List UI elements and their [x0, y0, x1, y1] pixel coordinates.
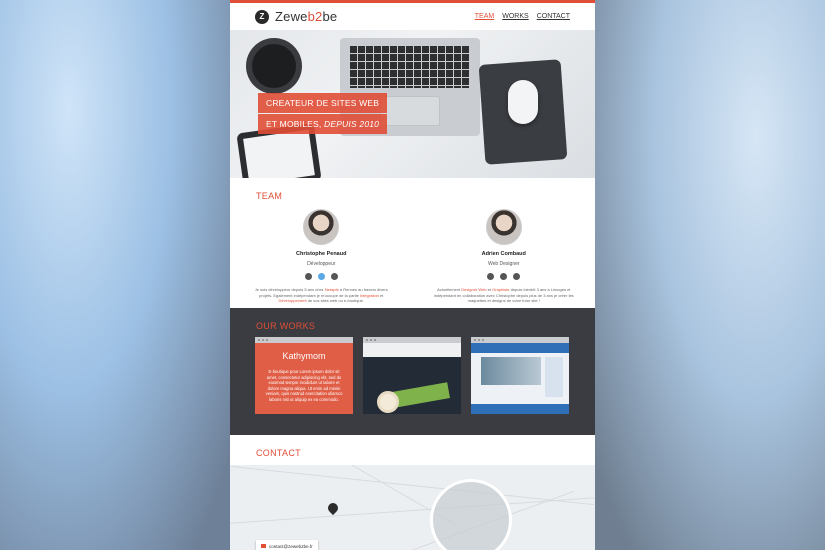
work-card-3[interactable] — [471, 337, 569, 414]
hero-tagline-2: ET MOBILES, DEPUIS 2010 — [258, 114, 388, 134]
map-area-circle — [430, 479, 512, 550]
avatar — [303, 209, 340, 245]
map[interactable]: contact@zeweb2be.fr — [230, 465, 595, 550]
member-card: Adrien Combaud Web Designer Actuellement… — [413, 209, 596, 304]
linkedin-icon[interactable] — [513, 273, 521, 280]
hero-banner: CREATEUR DE SITES WEB ET MOBILES, DEPUIS… — [230, 30, 595, 178]
github-icon[interactable] — [304, 273, 312, 280]
mail-icon — [261, 544, 266, 548]
avatar — [485, 209, 522, 245]
member-name: Adrien Combaud — [481, 251, 526, 257]
map-pin-icon[interactable] — [325, 500, 341, 516]
background-right — [595, 0, 825, 550]
member-card: Christophe Penaud Développeur Je suis dé… — [230, 209, 413, 304]
logo-icon: Z — [255, 9, 269, 24]
contact-section: CONTACT contact@zeweb2be.fr — [230, 435, 595, 550]
member-role: Développeur — [307, 261, 336, 267]
team-title: TEAM — [256, 191, 283, 201]
site-header: Z Zeweb2be TEAM WORKS CONTACT — [230, 3, 595, 30]
mouse-illustration — [508, 80, 538, 124]
nav-team[interactable]: TEAM — [475, 13, 494, 20]
linkedin-icon[interactable] — [330, 273, 338, 280]
work-card-kathymom[interactable]: Kathymom E-boutique pour Lorem ipsum dol… — [255, 337, 353, 414]
nav-works[interactable]: WORKS — [502, 13, 528, 20]
contact-title: CONTACT — [256, 448, 301, 458]
works-title: OUR WORKS — [256, 321, 316, 331]
logo-text: Zeweb2be — [275, 9, 338, 24]
member-name: Christophe Penaud — [296, 251, 347, 257]
main-nav: TEAM WORKS CONTACT — [475, 13, 570, 20]
contact-email: contact@zeweb2be.fr — [269, 543, 313, 549]
twitter-icon[interactable] — [500, 273, 508, 280]
member-description: Actuellement Designer Web et Graphiste d… — [433, 287, 574, 303]
contact-email-badge[interactable]: contact@zeweb2be.fr — [256, 540, 318, 550]
member-role: Web Designer — [487, 261, 520, 267]
team-section: TEAM Christophe Penaud Développeur Je su… — [230, 178, 595, 308]
background-left — [0, 0, 230, 550]
member-description: Je suis développeur depuis 5 ans chez Ne… — [254, 287, 388, 303]
work-card-2[interactable] — [363, 337, 461, 414]
website-page: Z Zeweb2be TEAM WORKS CONTACT CREATEUR D… — [230, 0, 595, 550]
works-section: OUR WORKS Kathymom E-boutique pour Lorem… — [230, 308, 595, 435]
logo[interactable]: Z Zeweb2be — [255, 9, 337, 24]
work-card-title: Kathymom — [282, 351, 326, 361]
twitter-icon[interactable] — [317, 273, 325, 280]
hero-tagline-1: CREATEUR DE SITES WEB — [258, 93, 388, 113]
work-card-text: E-boutique pour Lorem ipsum dolor sit am… — [265, 369, 343, 402]
mug-illustration — [252, 44, 296, 88]
dribbble-icon[interactable] — [487, 273, 495, 280]
nav-contact[interactable]: CONTACT — [537, 13, 570, 20]
